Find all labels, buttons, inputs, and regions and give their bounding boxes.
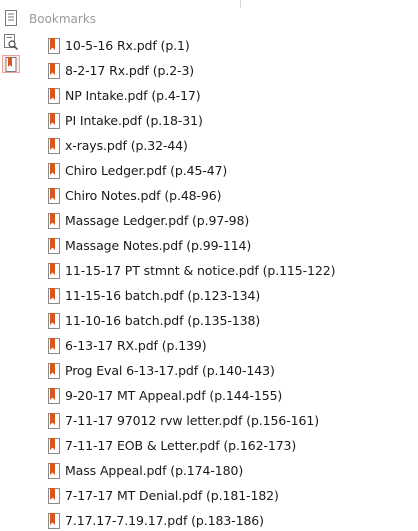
bookmark-item[interactable]: Massage Ledger.pdf (p.97-98) [44,208,418,233]
bookmark-label: 8-2-17 Rx.pdf (p.2-3) [65,63,195,78]
bookmark-icon [47,187,61,205]
bookmark-label: 11-15-17 PT stmnt & notice.pdf (p.115-12… [65,263,336,278]
bookmark-label: Chiro Ledger.pdf (p.45-47) [65,163,228,178]
bookmark-icon [47,212,61,230]
bookmark-list: 10-5-16 Rx.pdf (p.1) 8-2-17 Rx.pdf (p.2-3… [44,33,418,531]
bookmark-icon [47,512,61,530]
bookmark-icon [47,137,61,155]
bookmark-item[interactable]: 7-17-17 MT Denial.pdf (p.181-182) [44,483,418,508]
bookmark-label: 9-20-17 MT Appeal.pdf (p.144-155) [65,388,283,403]
bookmark-item[interactable]: x-rays.pdf (p.32-44) [44,133,418,158]
page-thumbnails-button[interactable] [2,9,20,27]
bookmark-item[interactable]: Prog Eval 6-13-17.pdf (p.140-143) [44,358,418,383]
bookmark-item[interactable]: Chiro Ledger.pdf (p.45-47) [44,158,418,183]
bookmark-item[interactable]: 7-11-17 97012 rvw letter.pdf (p.156-161) [44,408,418,433]
bookmark-item[interactable]: 8-2-17 Rx.pdf (p.2-3) [44,58,418,83]
bookmark-label: 11-10-16 batch.pdf (p.135-138) [65,313,261,328]
bookmark-icon [47,412,61,430]
search-pages-button[interactable] [2,33,20,51]
bookmark-label: Massage Ledger.pdf (p.97-98) [65,213,250,228]
bookmark-label: 7-17-17 MT Denial.pdf (p.181-182) [65,488,279,503]
bookmark-icon [47,87,61,105]
bookmark-item[interactable]: 10-5-16 Rx.pdf (p.1) [44,33,418,58]
bookmark-icon [47,387,61,405]
bookmark-label: 6-13-17 RX.pdf (p.139) [65,338,207,353]
bookmark-label: 7-11-17 EOB & Letter.pdf (p.162-173) [65,438,297,453]
bookmark-item[interactable]: PI Intake.pdf (p.18-31) [44,108,418,133]
bookmark-label: Prog Eval 6-13-17.pdf (p.140-143) [65,363,275,378]
bookmark-icon [47,362,61,380]
bookmark-icon [47,287,61,305]
bookmark-label: Mass Appeal.pdf (p.174-180) [65,463,244,478]
bookmark-panel-icon [5,56,17,72]
search-pages-icon [3,34,19,50]
navigation-tool-strip [0,0,22,531]
bookmark-item[interactable]: NP Intake.pdf (p.4-17) [44,83,418,108]
bookmark-icon [47,462,61,480]
bookmark-label: PI Intake.pdf (p.18-31) [65,113,203,128]
bookmark-item[interactable]: 11-15-16 batch.pdf (p.123-134) [44,283,418,308]
bookmark-item[interactable]: Massage Notes.pdf (p.99-114) [44,233,418,258]
page-list-icon [4,10,18,26]
bookmark-label: 11-15-16 batch.pdf (p.123-134) [65,288,261,303]
bookmark-item[interactable]: 9-20-17 MT Appeal.pdf (p.144-155) [44,383,418,408]
bookmark-label: 10-5-16 Rx.pdf (p.1) [65,38,190,53]
bookmark-item[interactable]: 11-15-17 PT stmnt & notice.pdf (p.115-12… [44,258,418,283]
bookmark-item[interactable]: 7-11-17 EOB & Letter.pdf (p.162-173) [44,433,418,458]
bookmark-icon [47,62,61,80]
bookmark-icon [47,487,61,505]
bookmark-icon [47,112,61,130]
bookmarks-tab-button[interactable] [2,55,20,73]
bookmark-label: 7-11-17 97012 rvw letter.pdf (p.156-161) [65,413,319,428]
bookmark-item[interactable]: Mass Appeal.pdf (p.174-180) [44,458,418,483]
bookmark-item[interactable]: Chiro Notes.pdf (p.48-96) [44,183,418,208]
bookmarks-panel: Bookmarks 10-5-16 Rx.pdf (p.1) 8-2-17 Rx.… [0,0,418,531]
bookmark-icon [47,262,61,280]
bookmark-label: Massage Notes.pdf (p.99-114) [65,238,252,253]
bookmark-item[interactable]: 7.17.17-7.19.17.pdf (p.183-186) [44,508,418,531]
bookmark-icon [47,437,61,455]
bookmark-label: x-rays.pdf (p.32-44) [65,138,188,153]
bookmark-label: 7.17.17-7.19.17.pdf (p.183-186) [65,513,264,528]
panel-header: Bookmarks [29,10,96,28]
bookmark-label: Chiro Notes.pdf (p.48-96) [65,188,222,203]
panel-title: Bookmarks [29,12,97,26]
bookmark-icon [47,312,61,330]
bookmark-icon [47,37,61,55]
bookmark-label: NP Intake.pdf (p.4-17) [65,88,201,103]
bookmark-icon [47,337,61,355]
bookmark-item[interactable]: 11-10-16 batch.pdf (p.135-138) [44,308,418,333]
bookmark-item[interactable]: 6-13-17 RX.pdf (p.139) [44,333,418,358]
panel-divider [240,0,241,8]
bookmark-icon [47,237,61,255]
bookmark-icon [47,162,61,180]
